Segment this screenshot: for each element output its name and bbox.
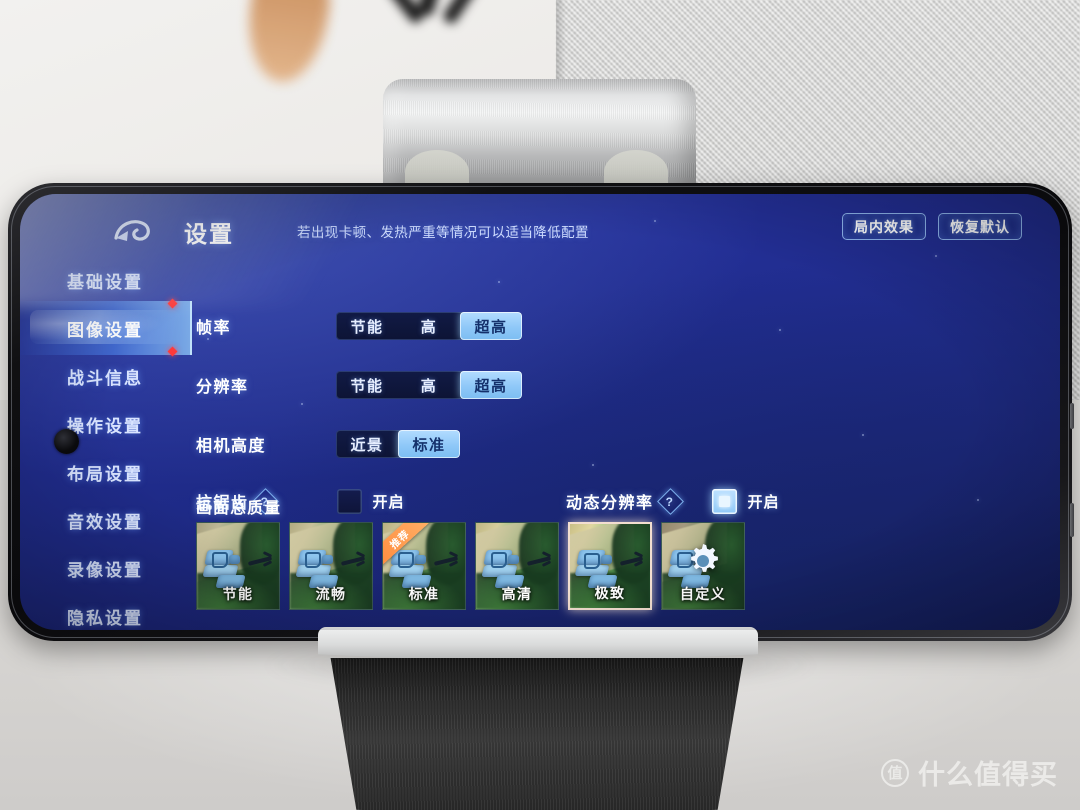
- sidebar-item-audio[interactable]: 音效设置: [20, 496, 190, 544]
- setting-row-resolution: 分辨率 节能 高 超高: [196, 367, 522, 403]
- resolution-option-high[interactable]: 高: [398, 371, 460, 399]
- sidebar-item-label: 基础设置: [67, 272, 143, 292]
- frame-rate-option-high[interactable]: 高: [398, 312, 460, 340]
- quality-thumbnail-label: 自定义: [679, 586, 727, 602]
- dynamic-resolution-checkbox[interactable]: [711, 488, 737, 514]
- resolution-segmented-control: 节能 高 超高: [336, 371, 522, 399]
- frame-rate-label: 帧率: [196, 320, 232, 337]
- sidebar-item-label: 录像设置: [67, 560, 143, 580]
- quality-thumbnail-eco[interactable]: 节能: [196, 522, 280, 610]
- camera-height-label: 相机高度: [196, 438, 267, 455]
- sidebar-item-layout[interactable]: 布局设置: [20, 448, 190, 496]
- setting-row-dynamic-resolution: 动态分辨率 ? 开启: [566, 483, 780, 519]
- overall-quality-thumbnail-list: 节能 流畅 推荐 标准 高清 极致 自定义: [196, 522, 745, 610]
- quality-thumbnail-standard[interactable]: 推荐 标准: [382, 522, 466, 610]
- camera-height-option-close[interactable]: 近景: [336, 430, 398, 458]
- quality-thumbnail-label: 流畅: [315, 586, 347, 602]
- camera-height-option-standard[interactable]: 标准: [398, 430, 460, 458]
- quality-thumbnail-label: 极致: [594, 585, 626, 601]
- phone-screen: 设置 若出现卡顿、发热严重等情况可以适当降低配置 局内效果 恢复默认 基础设置 …: [20, 194, 1060, 630]
- restore-defaults-button[interactable]: 恢复默认: [938, 213, 1022, 240]
- back-arrow-icon[interactable]: [112, 216, 154, 246]
- sidebar-item-graphics[interactable]: 图像设置: [20, 301, 192, 357]
- frame-rate-segmented-control: 节能 高 超高: [336, 312, 522, 340]
- quality-thumbnail-label: 标准: [408, 586, 440, 602]
- front-camera-punchhole: [54, 429, 79, 454]
- page-title: 设置: [184, 221, 234, 247]
- in-game-effects-button[interactable]: 局内效果: [842, 213, 926, 240]
- dynamic-resolution-checkbox-label: 开启: [747, 493, 780, 511]
- stand-top-clamp: [383, 79, 696, 194]
- sidebar-item-label: 操作设置: [67, 416, 143, 436]
- phone-device: 设置 若出现卡顿、发热严重等情况可以适当降低配置 局内效果 恢复默认 基础设置 …: [8, 183, 1074, 641]
- question-mark-icon[interactable]: ?: [656, 487, 684, 515]
- power-button[interactable]: [1070, 503, 1074, 537]
- stand-base: [330, 658, 744, 810]
- anti-aliasing-checkbox[interactable]: [336, 488, 362, 514]
- setting-row-frame-rate: 帧率 节能 高 超高: [196, 308, 522, 344]
- watermark-badge: 值: [881, 758, 909, 787]
- photo-scene: 设置 若出现卡顿、发热严重等情况可以适当降低配置 局内效果 恢复默认 基础设置 …: [0, 0, 1080, 810]
- quality-thumbnail-smooth[interactable]: 流畅: [289, 522, 373, 610]
- top-button-group: 局内效果 恢复默认: [842, 213, 1022, 240]
- dynamic-resolution-label-group: 动态分辨率 ?: [566, 487, 684, 515]
- sidebar-item-label: 音效设置: [67, 512, 143, 532]
- resolution-label: 分辨率: [196, 379, 249, 396]
- resolution-option-ultra[interactable]: 超高: [460, 371, 522, 399]
- overall-quality-label: 画面总质量: [196, 500, 282, 517]
- quality-thumbnail-hd[interactable]: 高清: [475, 522, 559, 610]
- frame-rate-option-ultra[interactable]: 超高: [460, 312, 522, 340]
- sidebar-item-privacy[interactable]: 隐私设置: [20, 592, 190, 630]
- sidebar-item-basic[interactable]: 基础设置: [20, 256, 190, 309]
- sidebar-item-controls[interactable]: 操作设置: [20, 400, 190, 448]
- config-hint-text: 若出现卡顿、发热严重等情况可以适当降低配置: [297, 225, 589, 240]
- anti-aliasing-checkbox-label: 开启: [372, 493, 405, 511]
- checkbox-inner-square: [718, 495, 730, 507]
- watermark: 值 什么值得买: [881, 753, 1058, 792]
- blurred-object-right: [380, 0, 510, 40]
- sidebar-item-label: 布局设置: [67, 464, 143, 484]
- frame-rate-option-eco[interactable]: 节能: [336, 312, 398, 340]
- volume-button[interactable]: [1070, 403, 1074, 429]
- resolution-option-eco[interactable]: 节能: [336, 371, 398, 399]
- sidebar-item-recording[interactable]: 录像设置: [20, 544, 190, 592]
- setting-row-camera-height: 相机高度 近景 标准: [196, 426, 460, 462]
- sidebar-item-combat-info[interactable]: 战斗信息: [20, 352, 190, 400]
- quality-thumbnail-custom[interactable]: 自定义: [661, 522, 745, 610]
- quality-thumbnail-label: 节能: [222, 586, 254, 602]
- top-bar: 设置 若出现卡顿、发热严重等情况可以适当降低配置 局内效果 恢复默认: [20, 194, 1060, 256]
- stand-base-texture: [330, 658, 744, 810]
- settings-sidebar: 基础设置 图像设置 战斗信息 操作设置 布局设置 音效设置 录像设置 隐私设置: [20, 256, 192, 630]
- settings-content: 帧率 节能 高 超高 分辨率 节能 高 超高 相机高度 近景 标准 抗锯齿 ? …: [196, 256, 1060, 630]
- quality-thumbnail-extreme[interactable]: 极致: [568, 522, 652, 610]
- camera-height-segmented-control: 近景 标准: [336, 430, 460, 458]
- sidebar-item-label: 战斗信息: [67, 368, 143, 388]
- sidebar-item-label: 图像设置: [67, 320, 143, 340]
- sidebar-item-label: 隐私设置: [67, 608, 143, 628]
- watermark-text: 什么值得买: [918, 760, 1058, 790]
- gear-icon: [683, 541, 723, 581]
- dynamic-resolution-label: 动态分辨率: [566, 495, 654, 512]
- quality-thumbnail-label: 高清: [501, 586, 533, 602]
